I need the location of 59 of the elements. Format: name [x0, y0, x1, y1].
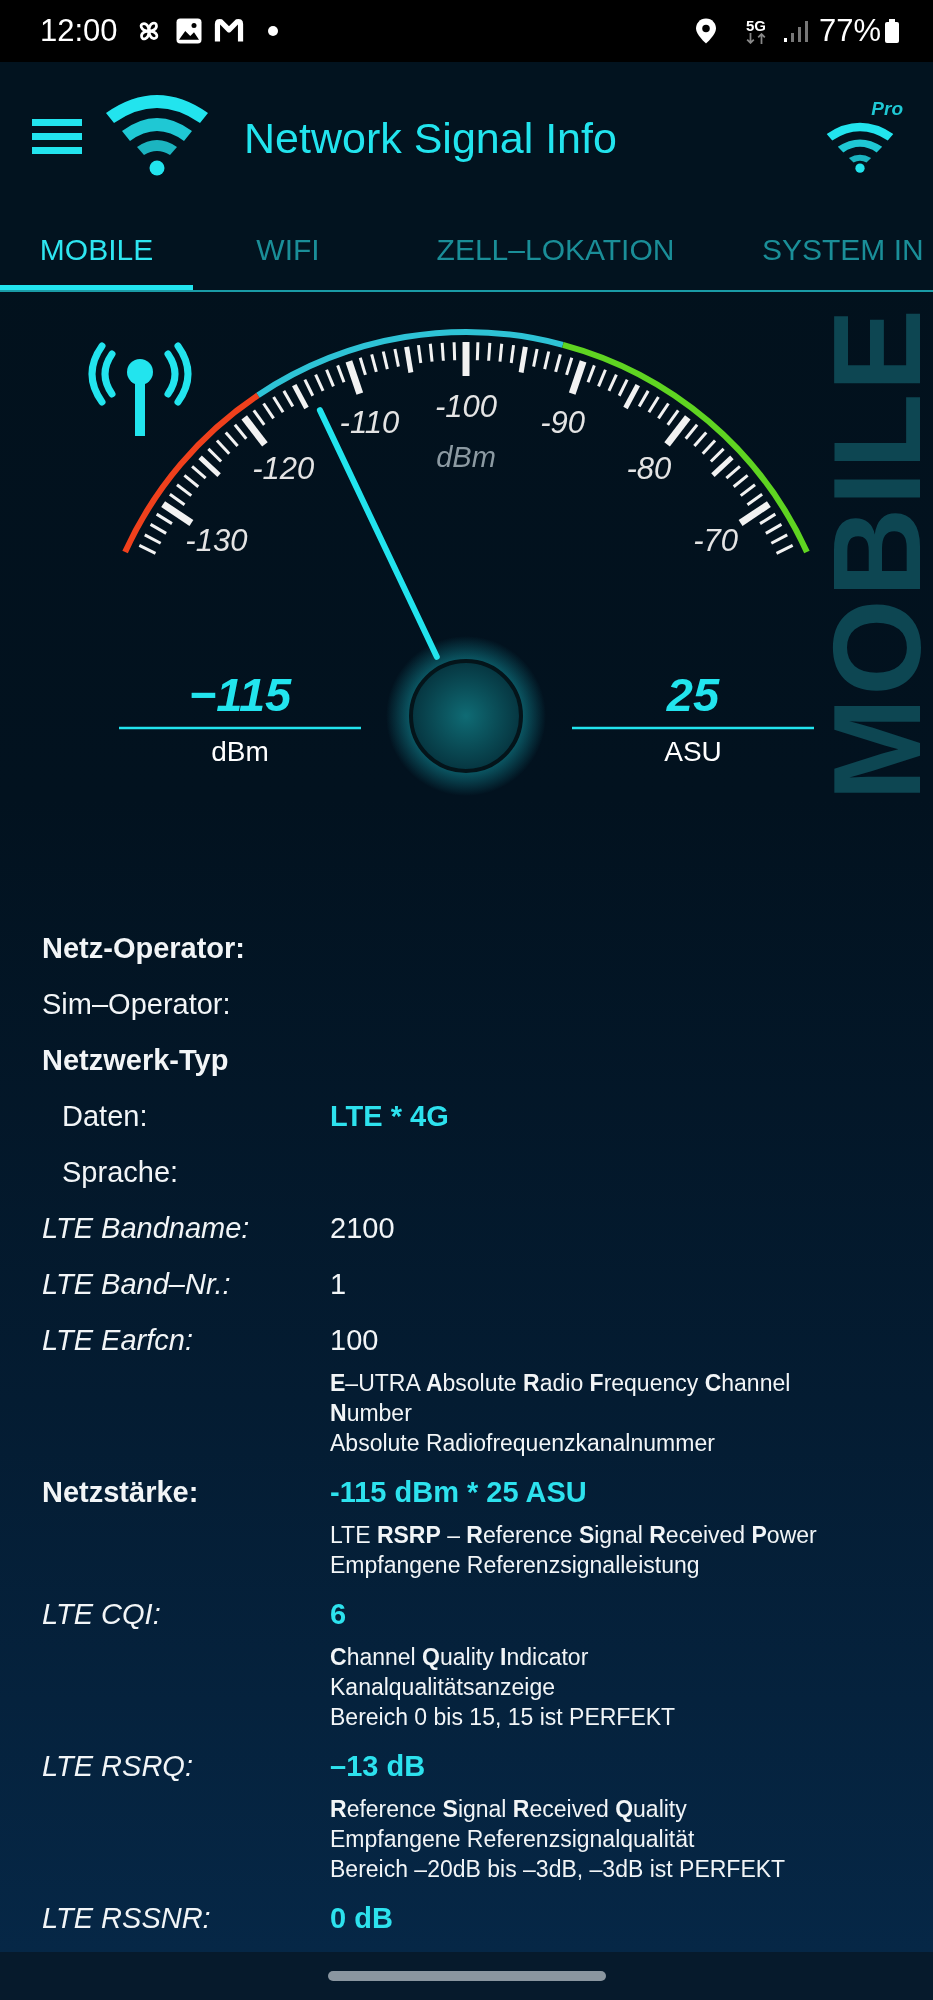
scale-label: -70	[693, 522, 739, 558]
detail-note: Empfangene Referenzsignalleistung	[330, 1551, 701, 1580]
detail-note: Kanalqualitätsanzeige	[330, 1673, 557, 1702]
detail-note: Bereich 0 bis 15, 15 ist PERFEKT	[330, 1703, 677, 1732]
detail-value: 1	[330, 1267, 347, 1302]
detail-note: LTE RSRP – Reference Signal Received Power	[330, 1521, 818, 1550]
network-type: 5G	[745, 18, 766, 33]
tab[interactable]: SYSTEM IN	[728, 214, 933, 290]
pro-button[interactable]: Pro	[817, 98, 903, 178]
detail-value: –13 dB	[330, 1749, 426, 1784]
detail-label: Netzstärke:	[42, 1475, 200, 1510]
menu-button[interactable]	[30, 119, 84, 157]
detail-note: Bereich –20dB bis –3dB, –3dB ist PERFEKT	[330, 1855, 787, 1884]
detail-label: LTE Earfcn:	[42, 1323, 194, 1358]
scale-label: -130	[185, 522, 248, 558]
detail-note: Absolute Radiofrequenzkanalnummer	[330, 1429, 716, 1458]
gesture-handle[interactable]	[327, 1971, 606, 1981]
notification-dot-icon	[267, 26, 278, 36]
readout-value: −115	[188, 668, 292, 721]
detail-note: Reference Signal Received Quality	[330, 1795, 688, 1824]
tab[interactable]: MOBILE	[0, 214, 193, 290]
detail-label: LTE RSRQ:	[42, 1749, 194, 1784]
detail-label: Netz-Operator:	[42, 931, 246, 966]
menu-icon	[30, 119, 84, 155]
scale-label: -90	[540, 404, 585, 440]
readout-unit: ASU	[664, 736, 722, 767]
signal-icon	[782, 19, 809, 43]
readout-value: 25	[666, 668, 720, 721]
detail-label: LTE Bandname:	[42, 1211, 251, 1246]
detail-value: 100	[330, 1323, 379, 1358]
detail-note: Channel Quality Indicator	[330, 1643, 590, 1672]
antenna-icon	[88, 342, 192, 436]
detail-note: Empfangene Referenzsignalqualität	[330, 1825, 696, 1854]
detail-label: Sprache:	[61, 1155, 180, 1190]
detail-label: LTE RSSNR:	[42, 1901, 212, 1936]
detail-value: LTE * 4G	[330, 1099, 449, 1134]
detail-note: E–UTRA Absolute Radio Frequency Channel Number	[330, 1369, 792, 1428]
scale-label: -100	[435, 389, 497, 424]
battery-icon	[885, 19, 899, 43]
readout-unit: dBm	[211, 736, 269, 767]
scale-label: -80	[626, 451, 672, 487]
detail-value: 2100	[330, 1211, 395, 1246]
data-arrows-icon	[744, 33, 767, 44]
detail-value: 6	[330, 1597, 347, 1632]
detail-value: 0 dB	[330, 1901, 393, 1936]
detail-label: Daten:	[61, 1099, 149, 1134]
detail-label: LTE Band–Nr.:	[42, 1267, 232, 1302]
detail-label: LTE CQI:	[42, 1597, 162, 1632]
battery-percent: 77%	[818, 13, 881, 49]
detail-label: Netzwerk-Typ	[42, 1043, 230, 1078]
detail-label: Sim–Operator:	[42, 987, 232, 1022]
detail-value: -115 dBm * 25 ASU	[330, 1475, 587, 1510]
tab[interactable]: ZELL–LOKATION	[383, 214, 728, 290]
app-title: Network Signal Info	[244, 113, 617, 163]
tab[interactable]: WIFI	[193, 214, 383, 290]
scale-label: -110	[339, 404, 400, 440]
gauge-unit: dBm	[436, 441, 496, 473]
status-time: 12:00	[40, 13, 118, 49]
scale-label: -120	[252, 451, 315, 487]
